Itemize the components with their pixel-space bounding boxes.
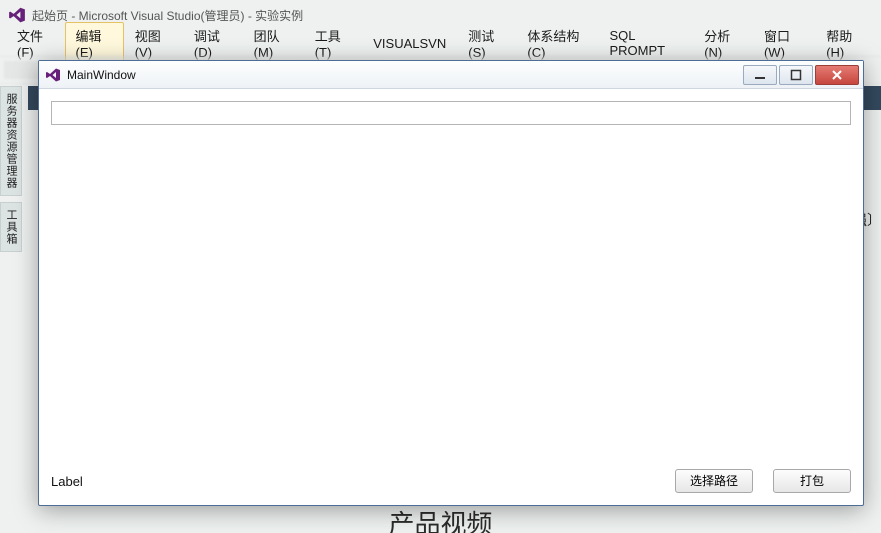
menu-visualsvn[interactable]: VISUALSVN [362,32,457,55]
vs-logo-icon [45,67,61,83]
path-label: Label [51,474,83,489]
dialog-titlebar[interactable]: MainWindow [39,61,863,89]
close-button[interactable] [815,65,859,85]
dialog-bottom-row: Label 选择路径 打包 [51,457,851,493]
dialog-body: Label 选择路径 打包 [39,89,863,505]
minimize-icon [754,69,766,81]
close-icon [831,69,843,81]
maximize-button[interactable] [779,65,813,85]
minimize-button[interactable] [743,65,777,85]
path-input[interactable] [51,101,851,125]
vs-title-text: 起始页 - Microsoft Visual Studio(管理员) - 实验实… [32,7,303,24]
main-window-dialog: MainWindow Label 选择路径 打包 [38,60,864,506]
background-heading: 产品视频 [388,504,492,533]
side-tab-server-explorer[interactable]: 服务器资源管理器 [0,86,22,196]
maximize-icon [790,69,802,81]
dialog-title: MainWindow [67,68,743,82]
select-path-button[interactable]: 选择路径 [675,469,753,493]
vs-side-tabs: 服务器资源管理器 工具箱 [0,86,24,533]
side-tab-toolbox[interactable]: 工具箱 [0,202,22,252]
vs-menubar: 文件(F) 编辑(E) 视图(V) 调试(D) 团队(M) 工具(T) VISU… [0,30,881,56]
pack-button[interactable]: 打包 [773,469,851,493]
